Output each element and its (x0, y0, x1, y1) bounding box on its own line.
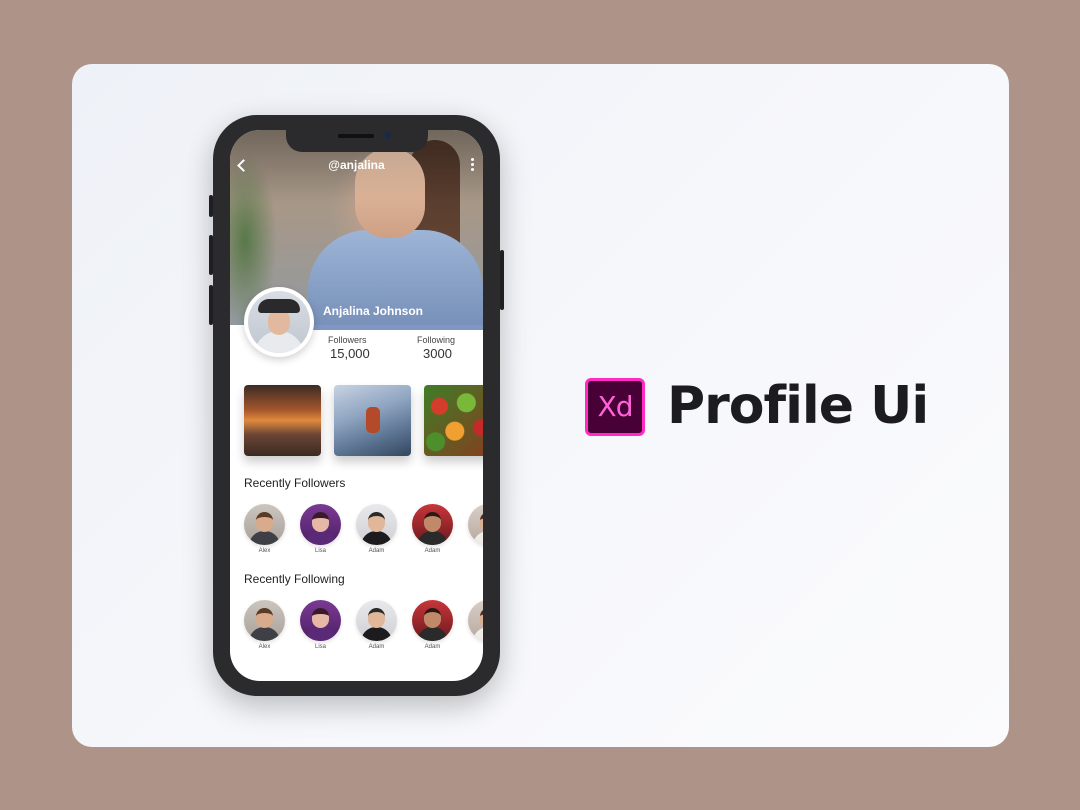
more-vertical-icon[interactable] (470, 158, 474, 174)
notch-speaker (338, 134, 374, 138)
adobe-xd-logo: Xd (585, 378, 645, 436)
phone-volume-up-button (209, 235, 213, 275)
following-name: Lisa (314, 644, 326, 650)
phone-volume-down-button (209, 285, 213, 325)
avatar (412, 504, 453, 545)
recent-followers-title: Recently Followers (244, 476, 346, 490)
app-screen: @anjalina Anjalina Johnson Followers 15,… (230, 130, 483, 681)
profile-avatar[interactable] (244, 287, 314, 357)
follower-item[interactable]: Lisa (300, 504, 341, 554)
followers-count[interactable]: 15,000 (330, 346, 370, 361)
gallery-photo-sunset[interactable] (244, 385, 321, 456)
avatar (300, 600, 341, 641)
phone-notch (286, 130, 428, 152)
top-bar: @anjalina (230, 154, 483, 178)
gallery-photo-climber[interactable] (334, 385, 411, 456)
following-name: Adam (368, 644, 385, 650)
following-item[interactable]: A (468, 600, 483, 650)
follower-name: A (468, 548, 483, 554)
avatar (244, 600, 285, 641)
phone-mute-button (209, 195, 213, 217)
follower-item[interactable]: A (468, 504, 483, 554)
headline-title: Profile Ui (667, 376, 929, 436)
following-item[interactable]: Alex (244, 600, 285, 650)
avatar (356, 600, 397, 641)
follower-item[interactable]: Adam (412, 504, 453, 554)
avatar (468, 504, 483, 545)
notch-camera (384, 132, 391, 139)
recent-following-list: Alex Lisa Adam Adam A (244, 600, 483, 656)
following-name: Adam (424, 644, 441, 650)
phone-power-button (500, 250, 504, 310)
recent-followers-list: Alex Lisa Adam Adam A (244, 504, 483, 560)
avatar (356, 504, 397, 545)
following-name: Alex (258, 644, 271, 650)
profile-full-name: Anjalina Johnson (323, 304, 424, 318)
avatar (468, 600, 483, 641)
follower-name: Alex (258, 548, 271, 554)
following-item[interactable]: Adam (356, 600, 397, 650)
following-count[interactable]: 3000 (423, 346, 452, 361)
gallery-photo-vegetables[interactable] (424, 385, 483, 456)
phone-mockup: @anjalina Anjalina Johnson Followers 15,… (209, 115, 504, 696)
follower-item[interactable]: Alex (244, 504, 285, 554)
following-label: Following (417, 335, 456, 345)
followers-label: Followers (328, 335, 367, 345)
avatar (412, 600, 453, 641)
recent-following-title: Recently Following (244, 572, 345, 586)
avatar-image (248, 291, 310, 353)
follower-name: Adam (424, 548, 441, 554)
avatar (244, 504, 285, 545)
follower-name: Adam (368, 548, 385, 554)
follower-name: Lisa (314, 548, 326, 554)
profile-username: @anjalina (328, 158, 385, 172)
photo-gallery (244, 385, 483, 457)
following-item[interactable]: Lisa (300, 600, 341, 650)
following-name: A (468, 644, 483, 650)
following-item[interactable]: Adam (412, 600, 453, 650)
follower-item[interactable]: Adam (356, 504, 397, 554)
avatar (300, 504, 341, 545)
